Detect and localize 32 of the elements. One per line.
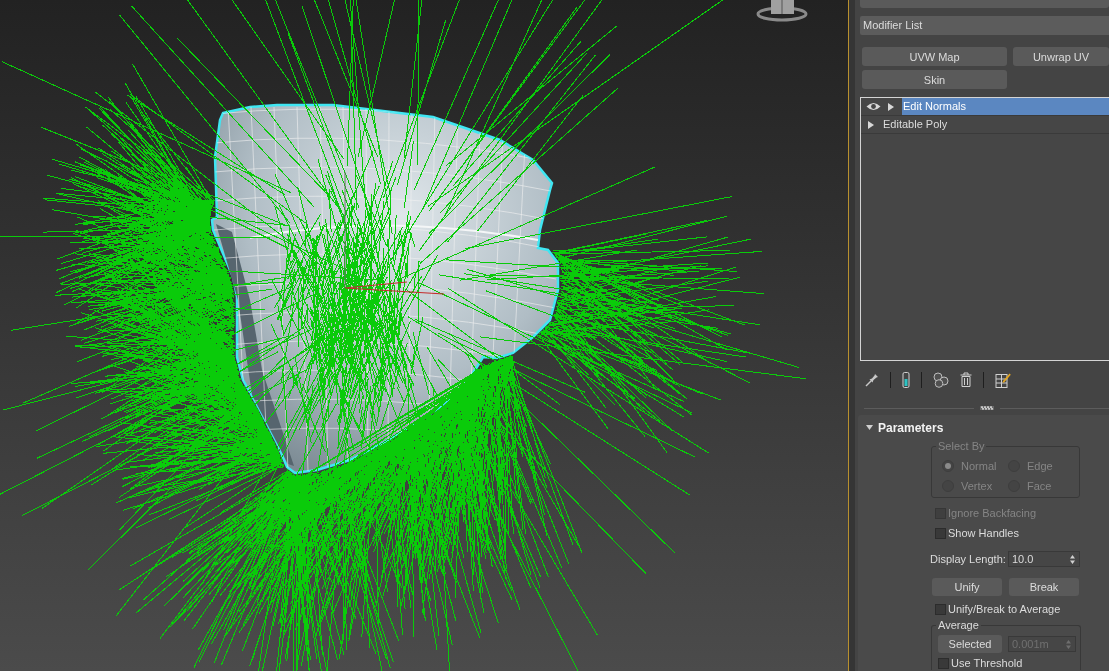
circles-icon[interactable] — [933, 371, 949, 388]
modifier-stack-item[interactable]: Editable Poly — [882, 116, 1109, 133]
modifier-button[interactable]: UVW Map — [862, 47, 1007, 66]
cube-ring-icon[interactable] — [756, 0, 808, 22]
rollout-title[interactable]: Parameters — [878, 420, 944, 435]
expand-arrow-icon[interactable] — [888, 102, 894, 111]
selected-button[interactable]: Selected — [938, 635, 1002, 653]
collapse-arrow-icon[interactable] — [866, 425, 873, 430]
test-tube-icon[interactable] — [902, 371, 910, 388]
normal-action-button[interactable]: Unify — [932, 578, 1002, 596]
checkbox-label[interactable]: Show Handles — [948, 527, 1019, 539]
grip-icon[interactable] — [979, 406, 994, 410]
modifier-list-dropdown[interactable]: Modifier List — [860, 16, 1109, 35]
checkbox[interactable] — [935, 603, 946, 615]
checkbox[interactable] — [938, 657, 949, 669]
spinner-arrows-icon[interactable] — [1070, 554, 1075, 564]
display-length-spinner[interactable]: 10.0 — [1008, 551, 1080, 567]
group-title: Select By — [937, 440, 986, 453]
checkbox[interactable] — [935, 527, 946, 539]
modifier-stack-item[interactable]: Edit Normals — [902, 98, 1109, 115]
group-title: Average — [937, 619, 980, 632]
normal-action-button[interactable]: Break — [1009, 578, 1079, 596]
expand-arrow-icon[interactable] — [868, 120, 874, 129]
checkbox-label[interactable]: Unify/Break to Average — [948, 603, 1061, 615]
modifier-button[interactable]: Unwrap UV — [1013, 47, 1109, 66]
eye-icon[interactable] — [866, 102, 881, 111]
display-length-label: Display Length: — [930, 553, 1006, 565]
pin-icon[interactable] — [865, 372, 879, 387]
modifier-button[interactable]: Skin — [862, 70, 1007, 89]
checkbox-label[interactable]: Use Threshold — [951, 657, 1023, 669]
grid-pencil-icon[interactable] — [995, 371, 1011, 388]
trash-icon[interactable] — [960, 372, 972, 387]
